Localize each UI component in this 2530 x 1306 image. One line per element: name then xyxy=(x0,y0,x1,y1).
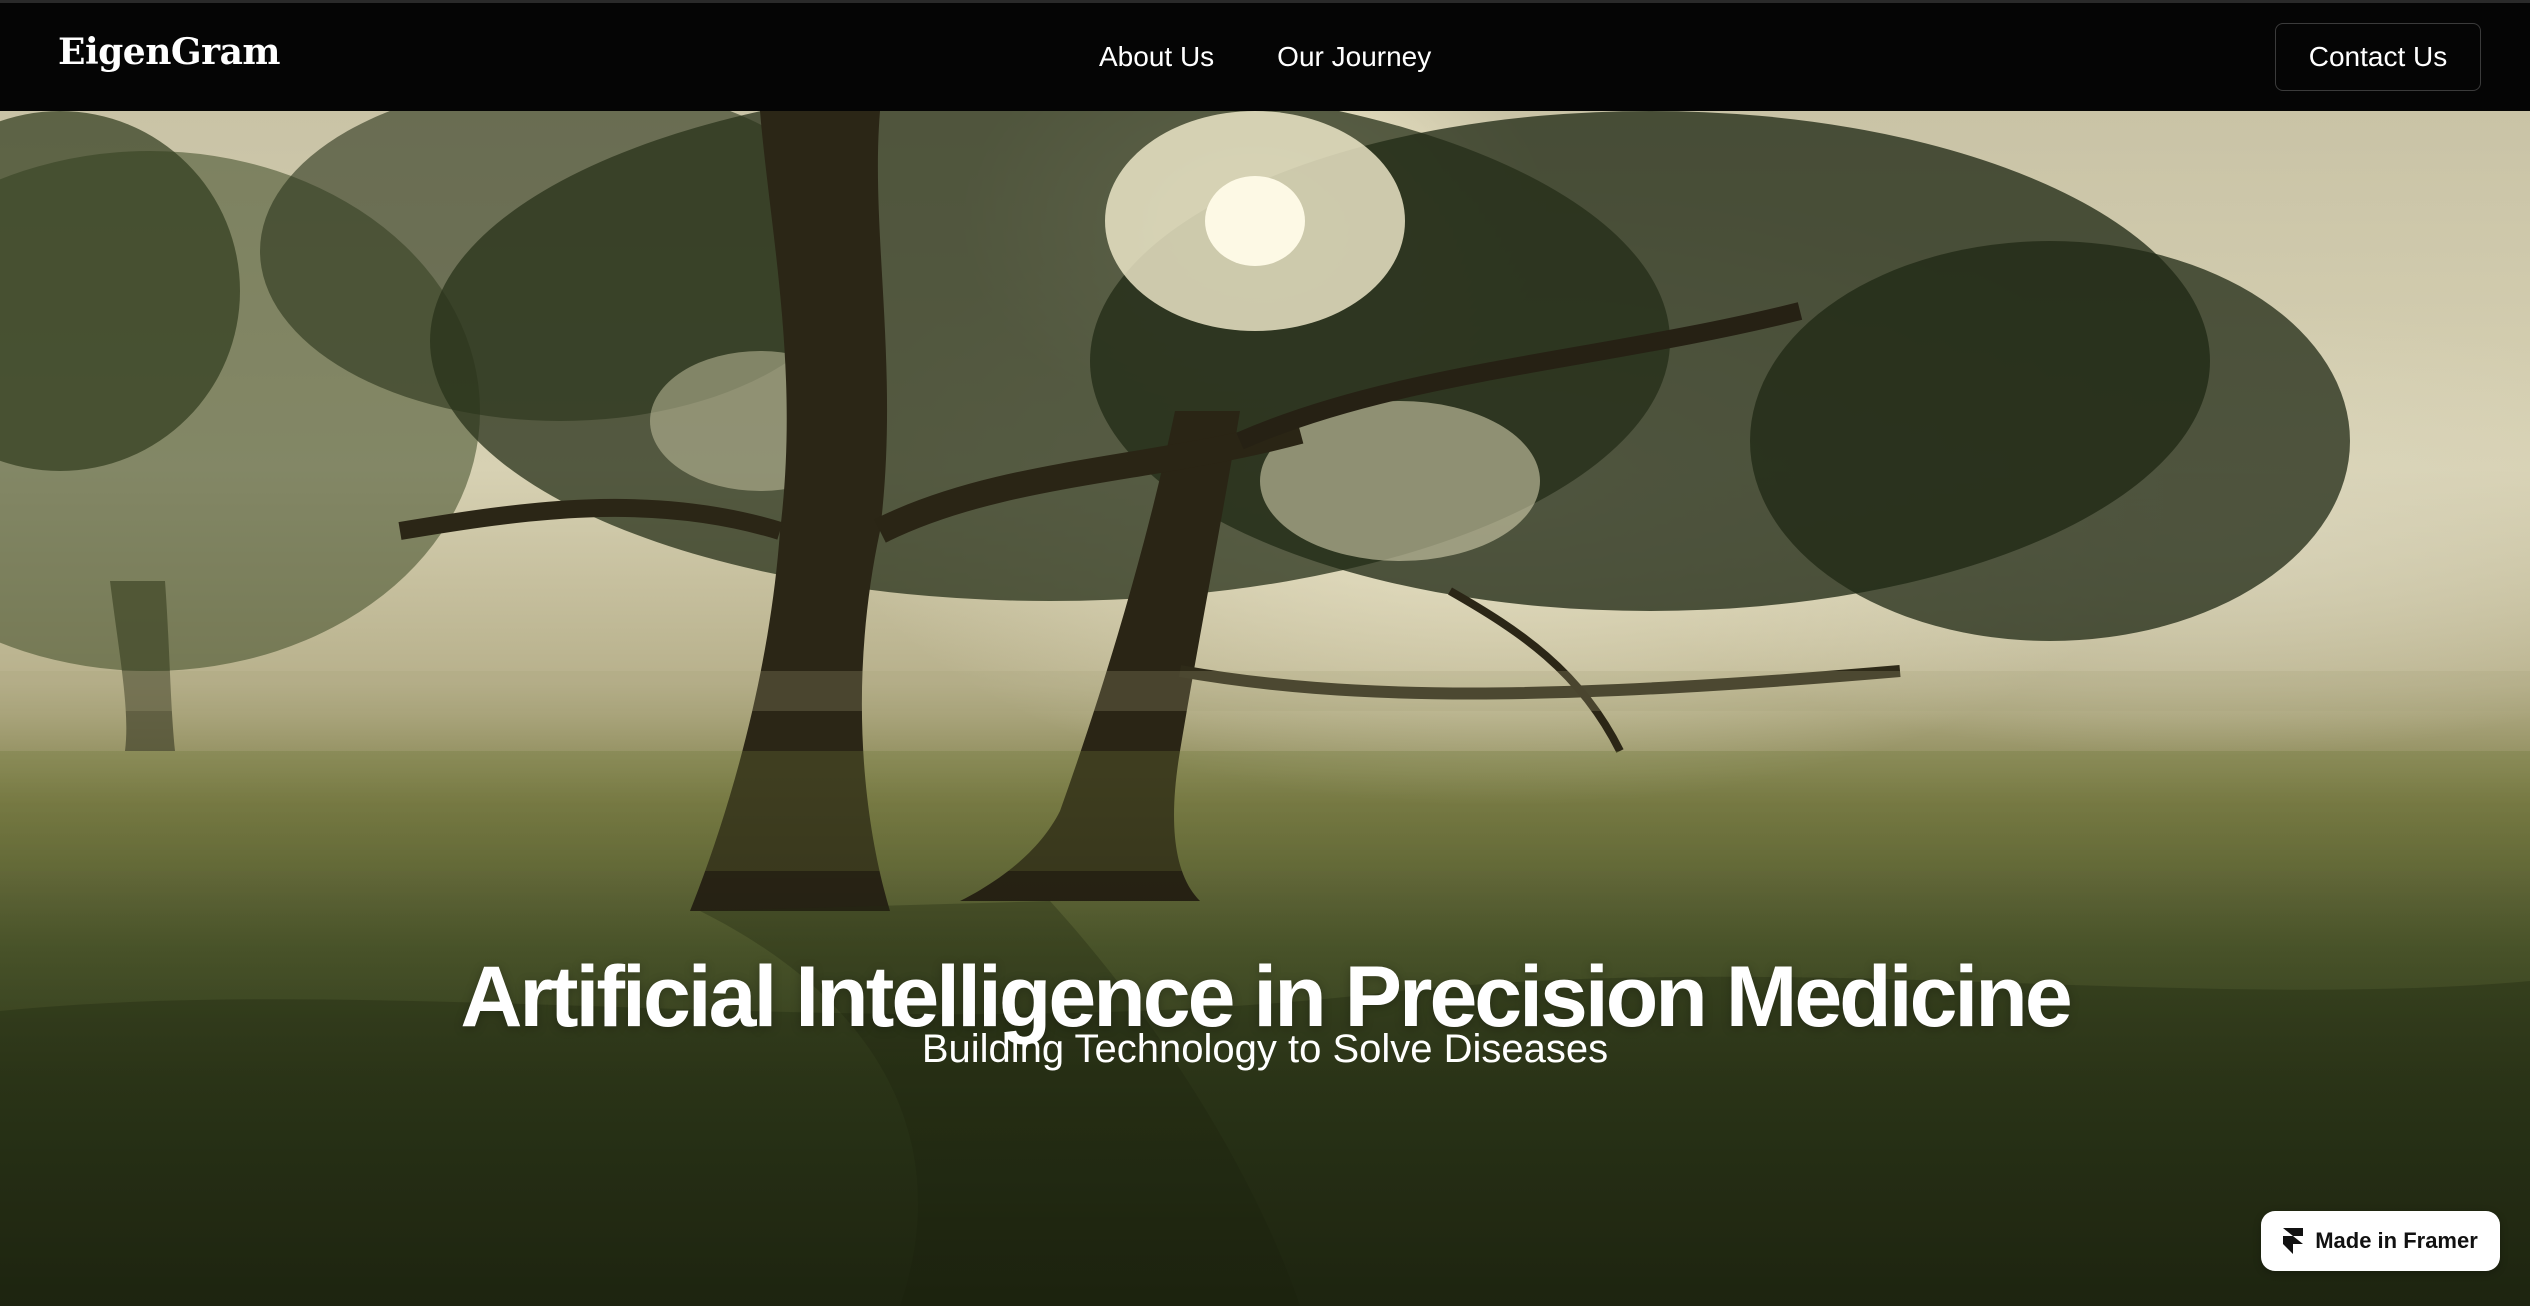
hero-overlay xyxy=(0,111,2530,1306)
made-in-framer-label: Made in Framer xyxy=(2315,1228,2478,1253)
framer-icon xyxy=(2283,1228,2304,1254)
site-logo[interactable]: EigenGram xyxy=(58,31,281,73)
nav-link-about-us[interactable]: About Us xyxy=(1099,41,1214,73)
hero-section xyxy=(0,111,2530,1306)
page: EigenGram About Us Our Journey Contact U… xyxy=(0,0,2530,1306)
nav-link-our-journey[interactable]: Our Journey xyxy=(1277,41,1431,73)
top-navbar: EigenGram About Us Our Journey Contact U… xyxy=(0,0,2530,111)
made-in-framer-badge[interactable]: Made in Framer xyxy=(2261,1211,2500,1271)
contact-us-button[interactable]: Contact Us xyxy=(2275,23,2481,91)
hero-subtitle: Building Technology to Solve Diseases xyxy=(921,1027,1609,1071)
main-nav: About Us Our Journey xyxy=(1099,41,1431,73)
